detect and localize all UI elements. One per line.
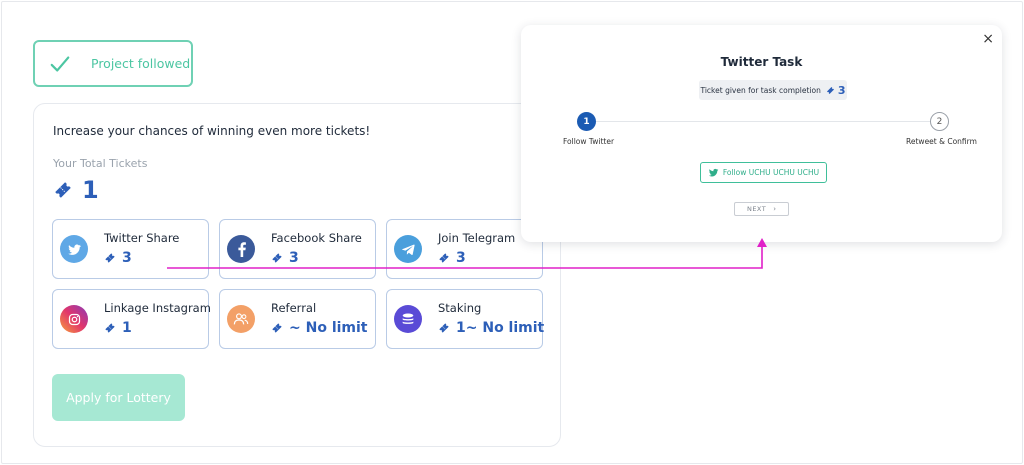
- twitter-task-modal: × Twitter Task Ticket given for task com…: [521, 25, 1002, 242]
- task-reward: 3: [104, 250, 132, 266]
- stepper-line: [596, 121, 930, 122]
- task-name: Facebook Share: [271, 231, 362, 245]
- task-reward-value: 3: [122, 250, 132, 266]
- project-followed-label: Project followed: [91, 56, 191, 71]
- ticket-icon: [439, 323, 449, 333]
- step-1-indicator: 1: [577, 112, 596, 131]
- twitter-icon: [708, 168, 719, 177]
- ticket-icon: [272, 323, 282, 333]
- task-name: Linkage Instagram: [104, 301, 211, 315]
- task-linkage-instagram[interactable]: Linkage Instagram 1: [52, 289, 211, 349]
- step-2-indicator: 2: [930, 112, 949, 131]
- task-reward: 1~ No limit: [438, 320, 544, 336]
- ticket-icon: [105, 253, 115, 263]
- referral-icon: [227, 305, 255, 333]
- instagram-icon: [60, 305, 88, 333]
- task-name: Referral: [271, 301, 317, 315]
- telegram-icon: [394, 235, 422, 263]
- task-reward-value: 3: [456, 250, 466, 266]
- twitter-icon: [60, 235, 88, 263]
- ticket-reward-pill: Ticket given for task completion 3: [699, 80, 847, 100]
- task-reward: 3: [271, 250, 299, 266]
- step-1-label: Follow Twitter: [563, 137, 615, 146]
- ticket-icon: [826, 86, 834, 94]
- task-reward-value: 1: [122, 320, 132, 336]
- follow-button-label: Follow UCHU UCHU UCHU: [722, 168, 820, 177]
- follow-twitter-button[interactable]: Follow UCHU UCHU UCHU: [700, 162, 827, 183]
- check-icon: [50, 55, 70, 72]
- total-tickets-number: 1: [82, 176, 99, 204]
- pill-label: Ticket given for task completion: [700, 85, 821, 95]
- task-join-telegram[interactable]: Join Telegram 3: [386, 219, 543, 279]
- task-name: Join Telegram: [438, 231, 516, 245]
- ticket-icon: [439, 253, 449, 263]
- total-tickets-value: 1: [53, 176, 99, 204]
- ticket-icon: [105, 323, 115, 333]
- card-headline: Increase your chances of winning even mo…: [53, 124, 371, 138]
- pill-value: 3: [837, 83, 846, 97]
- ticket-icon: [272, 253, 282, 263]
- task-reward: 3: [438, 250, 466, 266]
- task-reward: ~ No limit: [271, 320, 368, 336]
- total-tickets-label: Your Total Tickets: [53, 157, 148, 170]
- task-reward-value: ~ No limit: [289, 320, 368, 336]
- facebook-icon: [227, 235, 255, 263]
- tickets-card: Increase your chances of winning even mo…: [33, 103, 561, 447]
- close-icon[interactable]: ×: [982, 31, 994, 47]
- step-2-label: Retweet & Confirm: [906, 137, 977, 146]
- next-button-label: NEXT: [746, 205, 767, 213]
- task-reward-value: 1~ No limit: [456, 320, 545, 336]
- task-reward: 1: [104, 320, 132, 336]
- task-reward-value: 3: [289, 250, 299, 266]
- task-referral[interactable]: Referral ~ No limit: [219, 289, 376, 349]
- task-staking[interactable]: Staking 1~ No limit: [386, 289, 544, 349]
- chevron-right-icon: ›: [773, 205, 777, 213]
- task-facebook-share[interactable]: Facebook Share 3: [219, 219, 376, 279]
- task-twitter-share[interactable]: Twitter Share 3: [52, 219, 209, 279]
- next-button[interactable]: NEXT ›: [734, 202, 789, 216]
- task-name: Twitter Share: [104, 231, 180, 245]
- apply-for-lottery-button[interactable]: Apply for Lottery: [52, 374, 185, 421]
- modal-title: Twitter Task: [720, 55, 803, 69]
- project-followed-badge: Project followed: [33, 40, 193, 87]
- ticket-icon: [55, 182, 71, 198]
- task-name: Staking: [438, 301, 482, 315]
- staking-icon: [394, 305, 422, 333]
